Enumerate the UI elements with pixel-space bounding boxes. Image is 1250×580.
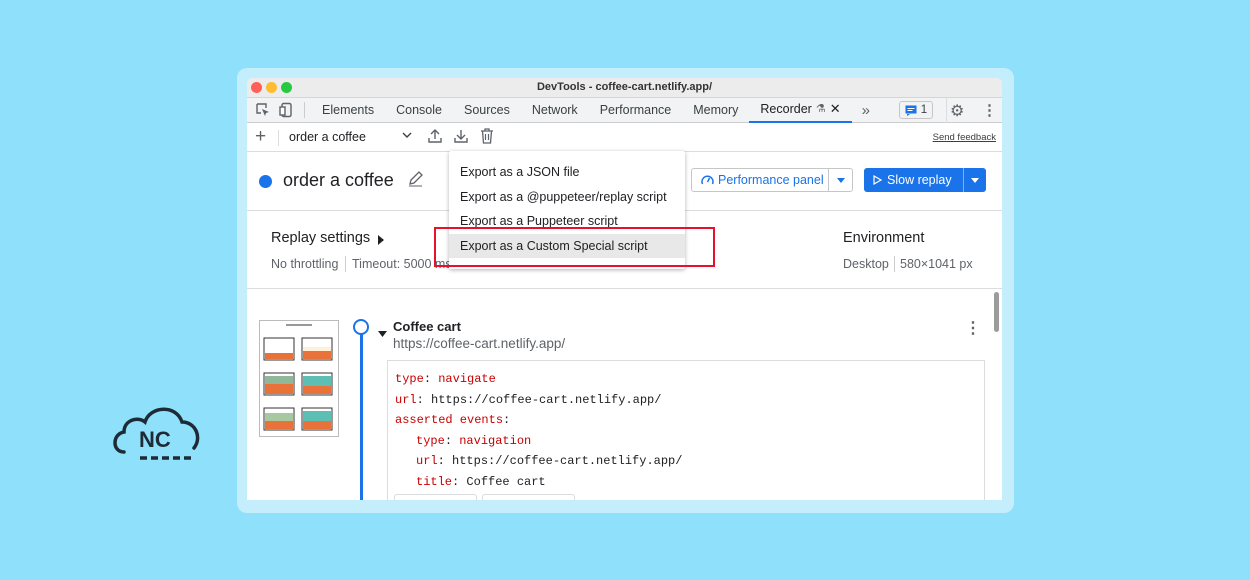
step-collapse-icon[interactable] [378, 324, 387, 342]
message-icon [905, 105, 917, 116]
step-code-editor[interactable]: type: navigate url: https://coffee-cart.… [387, 360, 985, 500]
code-line-type: type: navigate [395, 372, 496, 386]
code-line-event-type: type: navigation [416, 433, 532, 448]
performance-dropdown-icon[interactable] [829, 177, 852, 183]
step-url: https://coffee-cart.netlify.app/ [393, 336, 566, 351]
more-options-icon[interactable]: ⋮ [982, 101, 997, 119]
recording-select[interactable]: order a coffee [289, 130, 366, 144]
replay-dropdown-icon[interactable] [964, 177, 986, 183]
issues-count: 1 [920, 104, 928, 116]
environment-size: 580×1041 px [900, 257, 973, 271]
create-recording-icon[interactable]: + [255, 127, 266, 146]
export-puppeteer-replay-item[interactable]: Export as a @puppeteer/replay script [449, 185, 685, 210]
toolbar-divider [278, 130, 279, 146]
more-tabs-icon[interactable]: » [862, 102, 870, 119]
step-title: Coffee cart [393, 319, 461, 334]
send-feedback-link[interactable]: Send feedback [933, 132, 996, 143]
devtools-window: DevTools - coffee-cart.netlify.app/ Elem… [247, 78, 1002, 500]
issues-button[interactable]: 1 [899, 101, 933, 119]
edit-pencil-icon[interactable] [407, 170, 424, 192]
environment-device: Desktop [843, 257, 889, 271]
recorder-toolbar: + order a coffee Send feedback [247, 123, 1002, 152]
tab-performance[interactable]: Performance [589, 98, 683, 123]
settings-divider [345, 256, 346, 272]
throttling-value: No throttling [271, 257, 339, 271]
slow-replay-label: Slow replay [887, 173, 952, 187]
add-assertion-button[interactable] [394, 494, 477, 500]
step-node-icon [353, 319, 369, 335]
tab-console[interactable]: Console [385, 98, 453, 123]
inspect-element-icon[interactable] [250, 102, 276, 118]
import-recording-icon[interactable] [427, 128, 443, 147]
code-line-url: url: https://coffee-cart.netlify.app/ [395, 392, 662, 407]
tab-recorder-label: Recorder [760, 102, 812, 116]
environment-divider [894, 256, 895, 272]
toolbar-separator [946, 98, 947, 123]
device-toolbar-icon[interactable] [276, 102, 298, 118]
tab-recorder[interactable]: Recorder ⚗ ✕ [749, 97, 852, 123]
tab-memory[interactable]: Memory [682, 98, 749, 123]
nc-cloud-logo: NC [113, 407, 200, 460]
tab-network[interactable]: Network [521, 98, 589, 123]
tab-sources[interactable]: Sources [453, 98, 521, 123]
window-title: DevTools - coffee-cart.netlify.app/ [536, 81, 712, 93]
devtools-tab-bar: Elements Console Sources Network Perform… [247, 98, 1002, 123]
title-bar: DevTools - coffee-cart.netlify.app/ [247, 78, 1002, 98]
gauge-icon [701, 174, 714, 184]
recording-title: order a coffee [283, 170, 394, 190]
step-menu-icon[interactable]: ⋮ [965, 318, 981, 338]
performance-panel-button[interactable]: Performance panel [691, 168, 853, 192]
code-line-event-url: url: https://coffee-cart.netlify.app/ [416, 454, 683, 468]
tab-elements[interactable]: Elements [311, 98, 385, 123]
environment-title: Environment [843, 230, 925, 246]
export-recording-icon[interactable] [453, 128, 469, 147]
steps-section: Coffee cart https://coffee-cart.netlify.… [247, 289, 1002, 500]
close-tab-icon[interactable]: ✕ [830, 97, 841, 121]
edit-as-json-button[interactable] [482, 494, 575, 500]
timeline-line [360, 329, 363, 500]
export-json-item[interactable]: Export as a JSON file [449, 160, 685, 185]
delete-recording-icon[interactable] [480, 128, 494, 147]
replay-settings-title[interactable]: Replay settings [271, 230, 370, 246]
performance-panel-label: Performance panel [718, 173, 824, 187]
play-icon [873, 175, 882, 185]
slow-replay-button[interactable]: Slow replay [864, 168, 986, 192]
page-screenshot-thumbnail [259, 320, 339, 437]
code-line-event-title: title: Coffee cart [416, 474, 546, 489]
scrollbar-thumb[interactable] [994, 292, 999, 332]
highlight-box [434, 227, 715, 267]
caret-right-icon[interactable] [378, 232, 384, 250]
code-line-events: asserted events: [395, 413, 511, 427]
settings-gear-icon[interactable]: ⚙ [950, 101, 964, 121]
svg-text:NC: NC [139, 427, 171, 452]
experiment-flask-icon: ⚗ [815, 103, 826, 115]
recording-status-dot [259, 175, 272, 188]
tab-separator [304, 102, 305, 118]
chevron-down-icon[interactable] [402, 129, 412, 143]
